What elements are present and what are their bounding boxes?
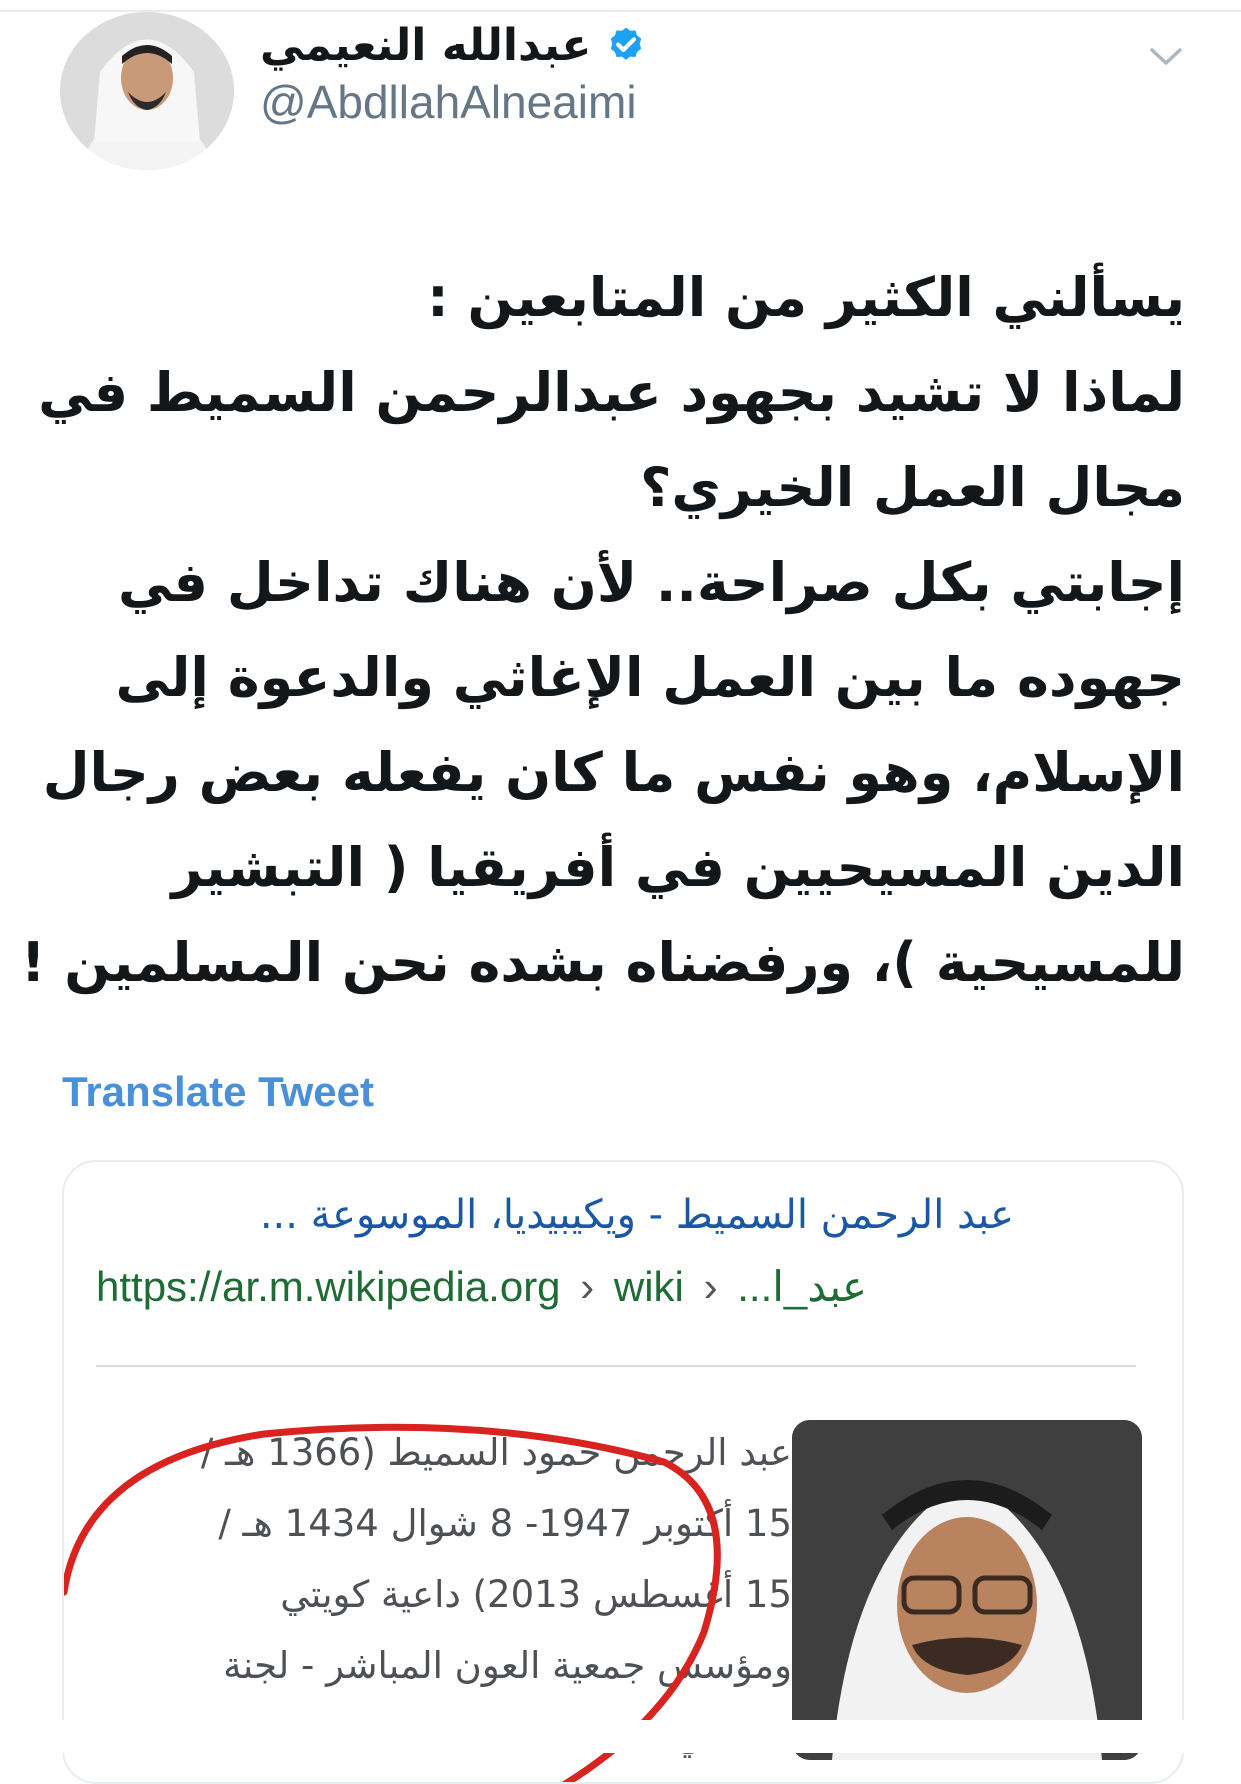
snippet-line: 15 أكتوبر 1947- 8 شوال 1434 هـ /: [218, 1502, 792, 1545]
tweet-text-line: الدين المسيحيين في أفريقيا ( التبشير: [171, 836, 1185, 899]
tweet-text-line: لماذا لا تشيد بجهود عبدالرحمن السميط في: [38, 361, 1185, 424]
tweet-text-line: يسألني الكثير من المتابعين :: [427, 266, 1185, 329]
author-avatar[interactable]: [60, 12, 234, 170]
snippet-line: عبد الرحمن حمود السميط (1366 هـ /: [200, 1431, 792, 1474]
snippet-line: ومؤسس جمعية العون المباشر - لجنة: [223, 1644, 792, 1687]
avatar-photo: [60, 12, 234, 170]
search-result-title: عبد الرحمن السميط - ويكيبيديا، الموسوعة …: [259, 1192, 1014, 1238]
result-person-photo: [792, 1420, 1142, 1760]
bottom-edge: [0, 1720, 1241, 1753]
url-path: wiki: [613, 1263, 684, 1310]
tweet-text-line: الإسلام، وهو نفس ما كان يفعله بعض رجال: [42, 741, 1185, 804]
search-result-url: https://ar.m.wikipedia.org › wiki › ...ع…: [96, 1262, 867, 1311]
author-handle[interactable]: @AbdllahAlneaimi: [260, 75, 1020, 129]
verified-badge-icon: [611, 27, 642, 60]
search-result-snippet: عبد الرحمن حمود السميط (1366 هـ / 15 أكت…: [92, 1417, 792, 1772]
url-separator: ›: [580, 1263, 595, 1310]
url-path: ...عبد_ا: [737, 1263, 868, 1310]
attached-image-card[interactable]: عبد الرحمن السميط - ويكيبيديا، الموسوعة …: [62, 1160, 1184, 1784]
snippet-line: 15 أغسطس 2013) داعية كويتي: [280, 1573, 792, 1616]
author-display-name[interactable]: عبدالله النعيمي: [260, 20, 591, 71]
result-divider: [96, 1365, 1136, 1367]
url-domain: https://ar.m.wikipedia.org: [96, 1263, 561, 1310]
top-divider: [0, 10, 1241, 12]
tweet-text-line: إجابتي بكل صراحة.. لأن هناك تداخل في: [118, 551, 1185, 614]
url-separator: ›: [703, 1263, 718, 1310]
translate-tweet-link[interactable]: Translate Tweet: [62, 1068, 374, 1116]
tweet-text-line: جهوده ما بين العمل الإغاثي والدعوة إلى: [115, 646, 1185, 709]
author-header: عبدالله النعيمي @AbdllahAlneaimi: [260, 20, 1020, 129]
person-photo-image: [792, 1420, 1142, 1760]
tweet-text-line: مجال العمل الخيري؟: [640, 456, 1185, 519]
chevron-down-icon[interactable]: [1148, 44, 1184, 68]
tweet-text-line: للمسيحية )، ورفضناه بشده نحن المسلمين !: [20, 931, 1185, 994]
tweet-text: يسألني الكثير من المتابعين : لماذا لا تش…: [20, 250, 1185, 1010]
